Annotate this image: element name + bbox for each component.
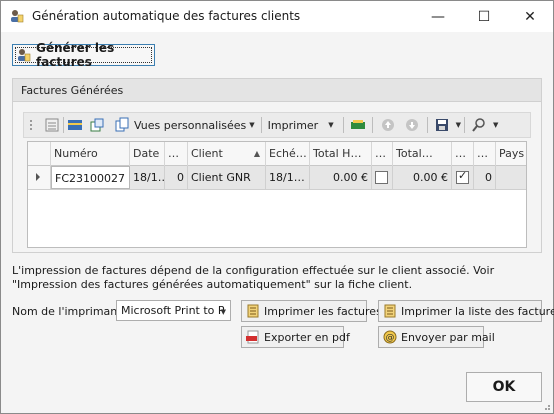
print-invoices-label: Imprimer les factures [264,304,382,318]
cell-client[interactable]: Client GNR [188,166,266,189]
cell-total-ht[interactable]: 0.00 € [310,166,372,189]
title-bar: Génération automatique des factures clie… [1,1,553,32]
column-header-pays[interactable]: Pays [496,142,526,166]
cell-total-ttc[interactable]: 0.00 € [393,166,452,189]
column-header-client[interactable]: Client ▲ [188,142,266,166]
window-title: Génération automatique des factures clie… [32,9,301,23]
generated-invoices-group: Factures Générées Vues personnalisées ▼ … [12,78,542,253]
toolbar-separator [342,117,344,133]
generate-invoices-button[interactable]: Générer les factures [12,41,155,69]
chevron-down-icon: ▼ [328,121,334,129]
print-invoices-button[interactable]: Imprimer les factures [241,300,382,322]
dialog-window: Génération automatique des factures clie… [0,0,554,414]
chevron-down-icon: ▼ [249,121,255,129]
ok-button[interactable]: OK [466,372,542,402]
print-menu[interactable]: Imprimer ▼ [265,114,340,136]
printing-info-text: L'impression de factures dépend de la co… [12,264,495,291]
printer-label: Nom de l'imprimante: [12,305,133,318]
column-header-col3[interactable]: … [165,142,188,166]
svg-text:@: @ [386,333,395,343]
invoice-user-icon [18,49,31,62]
print-list-label: Imprimer la liste des factures [401,304,554,318]
document-icon [384,304,396,318]
toolbar-separator [371,117,373,133]
printer-select[interactable]: Microsoft Print to P ▼ [116,300,231,321]
save-icon[interactable] [434,117,450,133]
checkbox-checked[interactable] [456,169,469,184]
column-header-col10[interactable]: … [474,142,496,166]
checkbox-unchecked[interactable] [375,171,388,184]
column-header-total-ht[interactable]: Total H… [310,142,372,166]
printer-selected-value: Microsoft Print to P [121,304,225,317]
invoice-user-icon [11,10,24,23]
toolbar-separator [260,117,262,133]
sort-ascending-icon: ▲ [253,149,260,158]
row-pointer-icon [36,173,40,181]
column-header-numero[interactable]: Numéro [51,142,130,166]
column-header-client-label: Client [191,147,223,160]
custom-views-label: Vues personnalisées [134,118,247,132]
export-excel-icon[interactable] [350,117,366,133]
cell-checkbox-2[interactable] [452,166,474,189]
export-pdf-button[interactable]: Exporter en pdf [241,326,350,348]
cell-echeance[interactable]: 18/1… [266,166,310,189]
drag-handle-icon[interactable] [28,117,44,133]
arrow-down-icon[interactable] [404,117,420,133]
send-mail-label: Envoyer par mail [401,330,495,344]
group-title: Factures Générées [13,79,541,102]
print-label: Imprimer [267,118,319,132]
toolbar-separator [426,117,428,133]
document-icon [247,304,259,318]
cell-col3[interactable]: 0 [165,166,188,189]
generate-invoices-label: Générer les factures [36,41,115,69]
minimize-button[interactable]: — [415,1,461,32]
column-header-col9[interactable]: … [452,142,474,166]
list-view-icon[interactable] [44,117,60,133]
pdf-icon [246,330,259,344]
row-indicator[interactable] [28,166,51,189]
arrow-up-icon[interactable] [380,117,396,133]
column-header-echeance[interactable]: Eché… [266,142,310,166]
close-button[interactable]: ✕ [507,1,553,32]
send-mail-button[interactable]: @ Envoyer par mail [378,326,495,348]
resize-grip-icon[interactable] [541,401,551,411]
column-header-total-ttc[interactable]: Total… [393,142,452,166]
chevron-down-icon: ▼ [220,308,226,316]
cell-pays[interactable] [496,166,526,189]
export-pdf-label: Exporter en pdf [264,330,350,344]
grid-header: Numéro Date … Client ▲ Eché… Total H… … T… [28,142,526,166]
print-list-button[interactable]: Imprimer la liste des factures [378,300,554,322]
toolbar-separator [463,117,465,133]
column-header-date[interactable]: Date [130,142,165,166]
email-at-icon: @ [383,330,397,344]
card-icon[interactable] [67,117,83,133]
search-icon[interactable] [471,117,487,133]
cell-numero[interactable]: FC23100027 [51,166,130,189]
cell-col10[interactable]: 0 [474,166,496,189]
cell-date[interactable]: 18/1… [130,166,165,189]
toolbar-separator [63,117,64,133]
maximize-button[interactable]: ☐ [461,1,507,32]
invoices-grid: Numéro Date … Client ▲ Eché… Total H… … T… [27,141,527,248]
chevron-down-icon[interactable]: ▼ [493,121,498,129]
column-header-col7[interactable]: … [372,142,393,166]
copy-views-icon [115,117,129,132]
custom-views-menu[interactable]: Vues personnalisées ▼ [111,114,258,136]
row-selector-header [28,142,51,166]
grid-toolbar: Vues personnalisées ▼ Imprimer ▼ ▼ ▼ [23,112,531,138]
cell-checkbox-1[interactable] [372,166,393,189]
new-window-icon[interactable] [89,117,105,133]
chevron-down-icon[interactable]: ▼ [456,121,461,129]
table-row[interactable]: FC23100027 18/1… 0 Client GNR 18/1… 0.00… [28,166,526,190]
